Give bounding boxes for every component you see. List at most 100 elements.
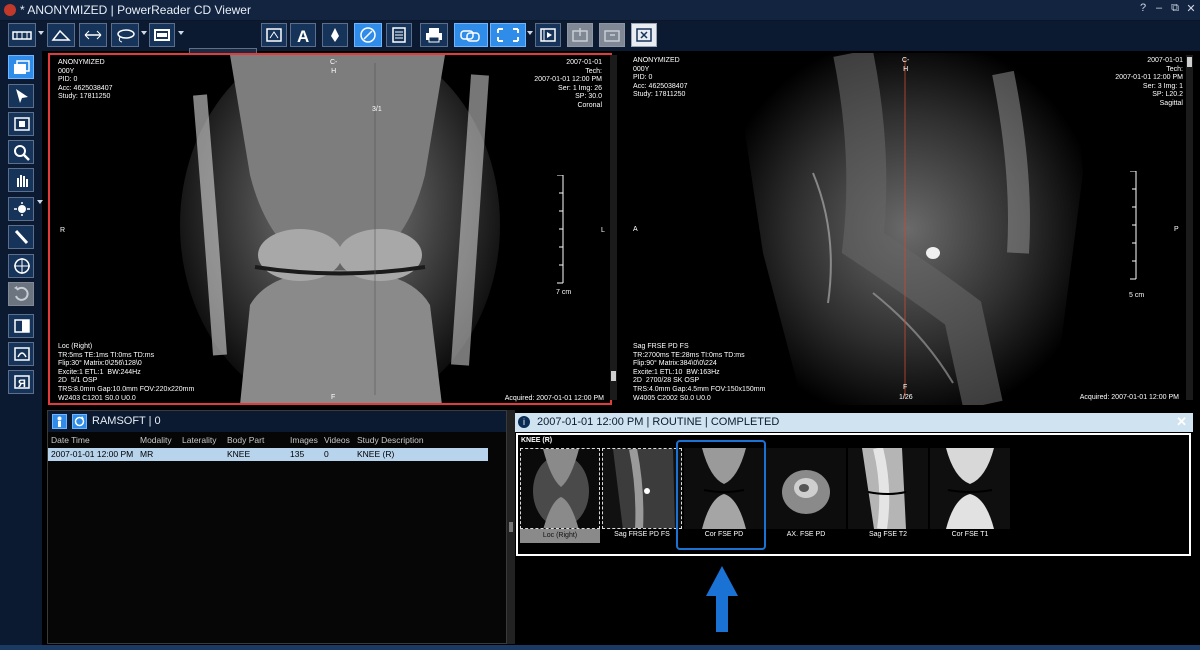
- app-icon: [4, 4, 16, 16]
- chevron-down-icon[interactable]: [527, 31, 533, 35]
- rotate-button[interactable]: [8, 282, 34, 306]
- orientation-top: C- H: [902, 57, 910, 73]
- col-date-time[interactable]: Date Time: [51, 435, 90, 445]
- restore-button[interactable]: ⧉: [1168, 2, 1182, 15]
- close-icon[interactable]: ✕: [1176, 414, 1187, 430]
- study-list-header: RAMSOFT | 0: [48, 411, 506, 432]
- zoom-button[interactable]: [8, 140, 34, 164]
- pointer-icon: [16, 89, 28, 103]
- viewport-right-scrollbar[interactable]: [1186, 55, 1193, 400]
- thumb-image: [848, 448, 928, 529]
- chevron-down-icon[interactable]: [37, 200, 43, 204]
- scrollbar-thumb[interactable]: [1187, 57, 1192, 67]
- fullscreen-button[interactable]: [490, 23, 526, 47]
- series-thumb-cor-fse-t1[interactable]: Cor FSE T1: [930, 448, 1010, 545]
- col-videos[interactable]: Videos: [324, 435, 350, 445]
- thumb-caption: Sag FRSE PD FS: [614, 531, 670, 538]
- overlay-top-right: 2007-01-01 Tech: 2007-01-01 12:00 PM Ser…: [1115, 57, 1183, 107]
- export-button[interactable]: [567, 23, 593, 47]
- scale-ruler: [557, 175, 564, 284]
- mirror-icon: Я: [14, 375, 30, 390]
- probe-button[interactable]: [8, 225, 34, 249]
- viewport-left-scrollbar[interactable]: [610, 55, 617, 400]
- chevron-down-icon[interactable]: [141, 31, 147, 35]
- text-icon: A: [297, 27, 309, 44]
- col-images[interactable]: Images: [290, 435, 318, 445]
- close-window-button[interactable]: ✕: [1184, 2, 1198, 15]
- series-thumb-sag-frse[interactable]: Sag FRSE PD FS: [602, 448, 682, 545]
- close-study-button[interactable]: [631, 23, 657, 47]
- col-body-part[interactable]: Body Part: [227, 435, 264, 445]
- window-level-icon: [14, 202, 30, 216]
- text-button[interactable]: A: [290, 23, 316, 47]
- splitter-grip[interactable]: [509, 522, 513, 532]
- measure-button[interactable]: [79, 23, 107, 47]
- series-thumb-sag-fse-t2[interactable]: Sag FSE T2: [848, 448, 928, 545]
- lasso-button[interactable]: [111, 23, 139, 47]
- movie-icon: [540, 28, 556, 42]
- pointer-button[interactable]: [8, 84, 34, 108]
- layout-button[interactable]: [8, 23, 36, 47]
- viewport-coronal[interactable]: ANONYMIZED 000Y PID: 0 Acc: 4625038407 S…: [48, 53, 612, 405]
- lasso-icon: [117, 29, 135, 43]
- thumb-caption: Loc (Right): [520, 529, 600, 543]
- overlay-top-left: ANONYMIZED 000Y PID: 0 Acc: 4625038407 S…: [58, 59, 113, 101]
- slice-label: 3/1: [372, 106, 382, 113]
- compass-button[interactable]: [354, 23, 382, 47]
- thumb-image: [930, 448, 1010, 529]
- series-thumb-ax-fse-pd[interactable]: AX. FSE PD: [766, 448, 846, 545]
- pan-button[interactable]: [8, 168, 34, 192]
- table-row[interactable]: 2007-01-01 12:00 PM MR KNEE 135 0 KNEE (…: [48, 448, 488, 461]
- report-button[interactable]: [386, 23, 412, 47]
- col-study-description[interactable]: Study Description: [357, 435, 424, 445]
- mirror-button[interactable]: Я: [8, 370, 34, 394]
- window-level-button[interactable]: [8, 197, 34, 221]
- series-thumb-loc[interactable]: Loc (Right): [520, 448, 600, 545]
- roi-button[interactable]: [8, 342, 34, 366]
- col-laterality[interactable]: Laterality: [182, 435, 217, 445]
- arrow-marker-icon: [331, 28, 339, 42]
- series-thumbnails: KNEE (R) Loc (Right) Sag FRSE PD FS Cor …: [516, 433, 1191, 556]
- annotation-button[interactable]: [47, 23, 75, 47]
- thumb-caption: Sag FSE T2: [868, 531, 907, 538]
- orientation-bottom: F: [331, 394, 336, 401]
- print-button[interactable]: [420, 23, 448, 47]
- crosshair-button[interactable]: [8, 254, 34, 278]
- rect-roi-button[interactable]: [149, 23, 175, 47]
- thumb-image: [602, 448, 682, 529]
- help-button[interactable]: ?: [1136, 2, 1150, 14]
- refresh-button[interactable]: [72, 414, 87, 429]
- probe-icon: [14, 229, 29, 245]
- chevron-down-icon[interactable]: [178, 31, 184, 35]
- cell-videos: 0: [324, 449, 329, 459]
- info-icon[interactable]: i: [518, 416, 530, 428]
- import-button[interactable]: [599, 23, 625, 47]
- series-layout-button[interactable]: [8, 55, 34, 79]
- movie-button[interactable]: [535, 23, 561, 47]
- series-layout-icon: [14, 60, 30, 74]
- minimize-button[interactable]: –: [1152, 2, 1166, 14]
- chevron-down-icon[interactable]: [38, 31, 44, 35]
- orientation-right: P: [1174, 226, 1179, 233]
- compass-icon: [360, 27, 376, 43]
- import-icon: [604, 30, 620, 42]
- refresh-icon: [74, 416, 85, 427]
- cine-icon: [266, 28, 282, 42]
- cine-button[interactable]: [261, 23, 287, 47]
- col-modality[interactable]: Modality: [140, 435, 172, 445]
- thumb-image: [520, 448, 600, 529]
- panel-splitter[interactable]: [507, 410, 515, 644]
- tool-sidebar: Я: [0, 51, 43, 650]
- link-button[interactable]: [454, 23, 488, 47]
- print-icon: [426, 28, 442, 43]
- viewport-sagittal[interactable]: ANONYMIZED 000Y PID: 0 Acc: 4625038407 S…: [623, 53, 1193, 405]
- flip-button[interactable]: [8, 314, 34, 338]
- arrow-marker-button[interactable]: [322, 23, 348, 47]
- person-button[interactable]: [52, 414, 67, 429]
- invert-button[interactable]: [8, 112, 34, 136]
- link-icon: [460, 30, 480, 42]
- series-panel-title: 2007-01-01 12:00 PM | ROUTINE | COMPLETE…: [537, 416, 780, 428]
- close-study-icon: [636, 28, 652, 42]
- scrollbar-thumb[interactable]: [611, 371, 616, 381]
- overlay-top-right: 2007-01-01 Tech: 2007-01-01 12:00 PM Ser…: [534, 59, 602, 109]
